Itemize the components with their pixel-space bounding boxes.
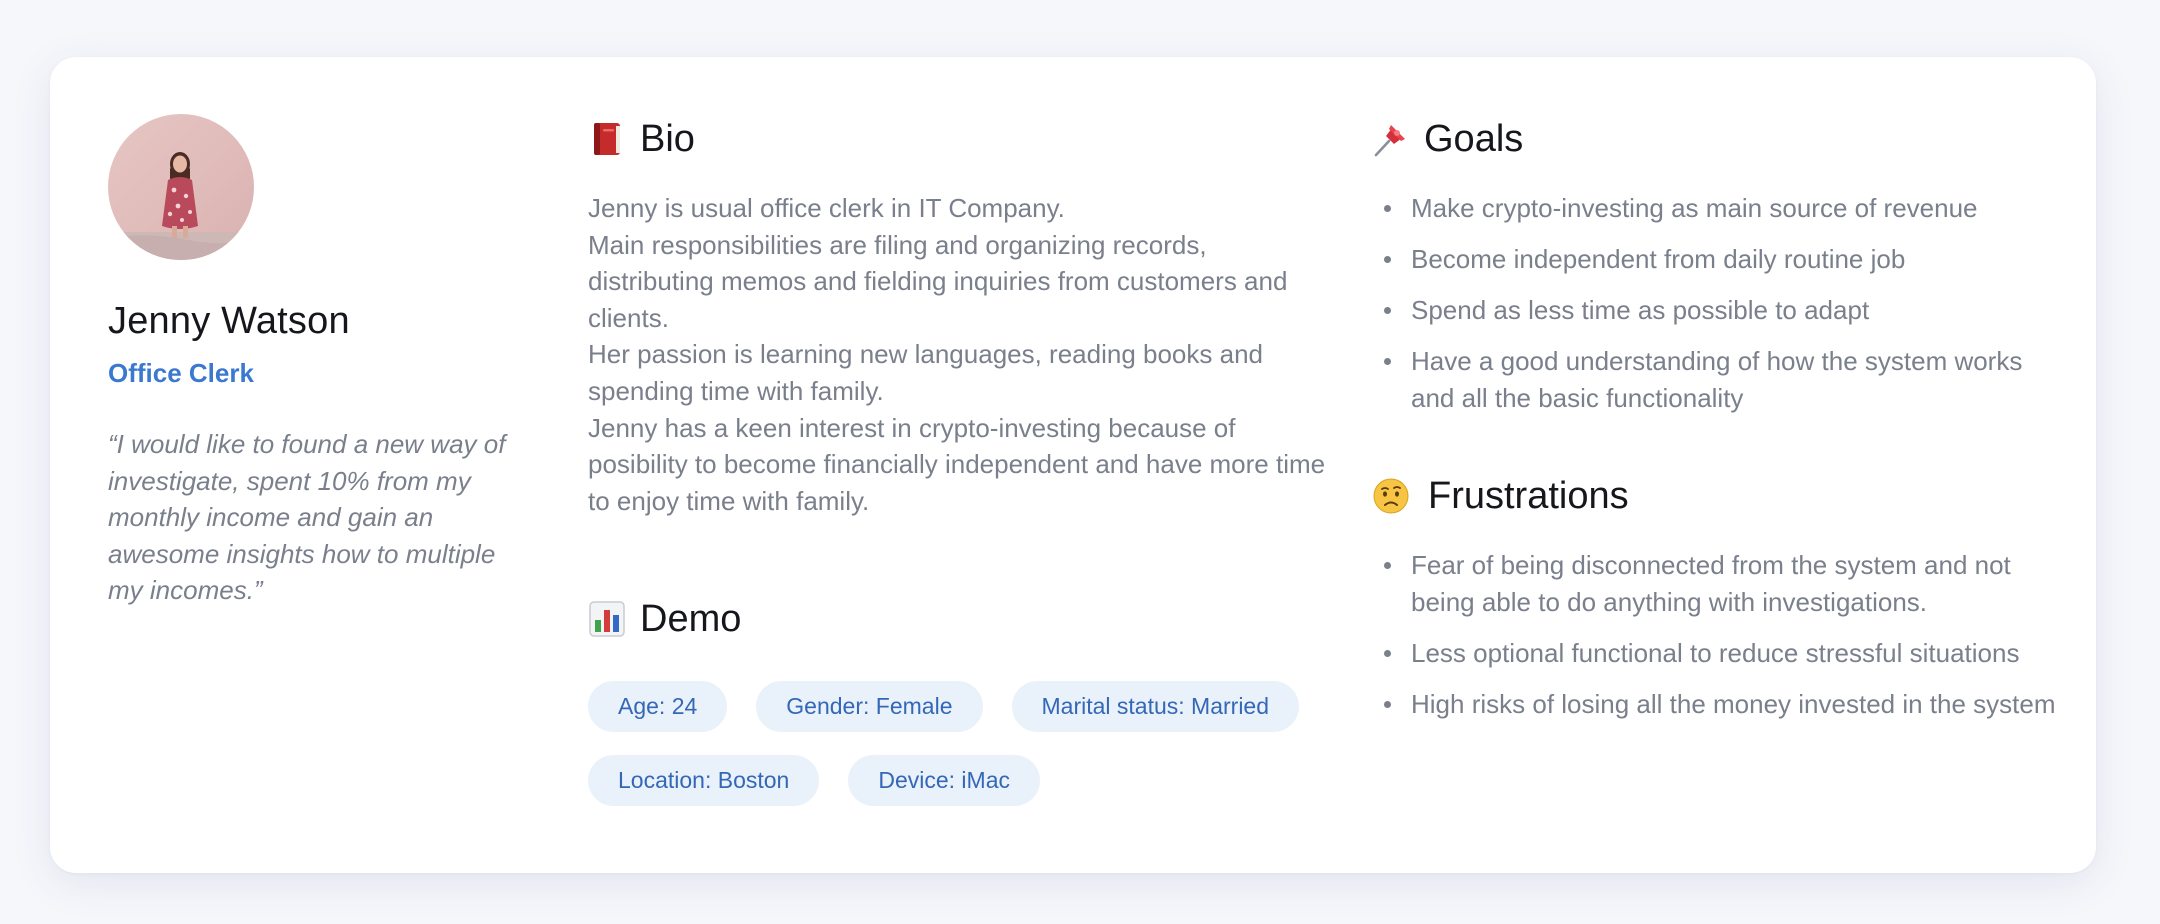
demo-chips: Age: 24 Gender: Female Marital status: M… xyxy=(588,681,1348,806)
bio-heading: Bio xyxy=(588,115,1328,163)
goals-title: Goals xyxy=(1424,118,1524,160)
profile-section: Jenny Watson Office Clerk “I would like … xyxy=(108,114,508,609)
frustrations-heading: Frustrations xyxy=(1372,472,2072,520)
bar-chart-icon xyxy=(588,600,626,638)
demo-chip-age: Age: 24 xyxy=(588,681,728,732)
persona-card: Jenny Watson Office Clerk “I would like … xyxy=(50,57,2096,873)
frustrations-section: Frustrations Fear of being disconnected … xyxy=(1372,472,2072,737)
person-role: Office Clerk xyxy=(108,358,254,388)
demo-heading: Demo xyxy=(588,595,1348,643)
person-quote: “I would like to found a new way of inve… xyxy=(108,429,506,605)
goal-item: Make crypto-investing as main source of … xyxy=(1372,190,2072,227)
pushpin-icon xyxy=(1372,120,1410,158)
demo-chip-marital-status: Marital status: Married xyxy=(1011,681,1300,732)
demo-title: Demo xyxy=(640,598,742,640)
bio-line: Her passion is learning new languages, r… xyxy=(588,339,1263,406)
demo-chip-device: Device: iMac xyxy=(848,755,1040,806)
demo-chip-gender: Gender: Female xyxy=(756,681,983,732)
goal-item: Become independent from daily routine jo… xyxy=(1372,241,2072,278)
bio-line: Main responsibilities are filing and org… xyxy=(588,229,1288,333)
bio-title: Bio xyxy=(640,118,695,160)
goal-item: Have a good understanding of how the sys… xyxy=(1372,343,2072,416)
goal-item: Spend as less time as possible to adapt xyxy=(1372,292,2072,329)
book-icon xyxy=(588,120,626,158)
frustration-item: High risks of losing all the money inves… xyxy=(1372,686,2072,723)
bio-section: Bio Jenny is usual office clerk in IT Co… xyxy=(588,115,1328,519)
demo-section: Demo Age: 24 Gender: Female Marital stat… xyxy=(588,595,1348,806)
bio-line: Jenny is usual office clerk in IT Compan… xyxy=(588,193,1065,223)
worried-face-icon xyxy=(1372,477,1410,515)
demo-chip-location: Location: Boston xyxy=(588,755,820,806)
bio-text: Jenny is usual office clerk in IT Compan… xyxy=(588,190,1328,519)
frustration-item: Fear of being disconnected from the syst… xyxy=(1372,547,2072,620)
bio-line: Jenny has a keen interest in crypto-inve… xyxy=(588,412,1326,516)
avatar xyxy=(108,114,254,260)
frustrations-list: Fear of being disconnected from the syst… xyxy=(1372,547,2072,722)
goals-heading: Goals xyxy=(1372,115,2072,163)
frustration-item: Less optional functional to reduce stres… xyxy=(1372,635,2072,672)
frustrations-title: Frustrations xyxy=(1428,475,1629,517)
goals-list: Make crypto-investing as main source of … xyxy=(1372,190,2072,416)
goals-section: Goals Make crypto-investing as main sour… xyxy=(1372,115,2072,431)
person-name: Jenny Watson xyxy=(108,300,350,342)
